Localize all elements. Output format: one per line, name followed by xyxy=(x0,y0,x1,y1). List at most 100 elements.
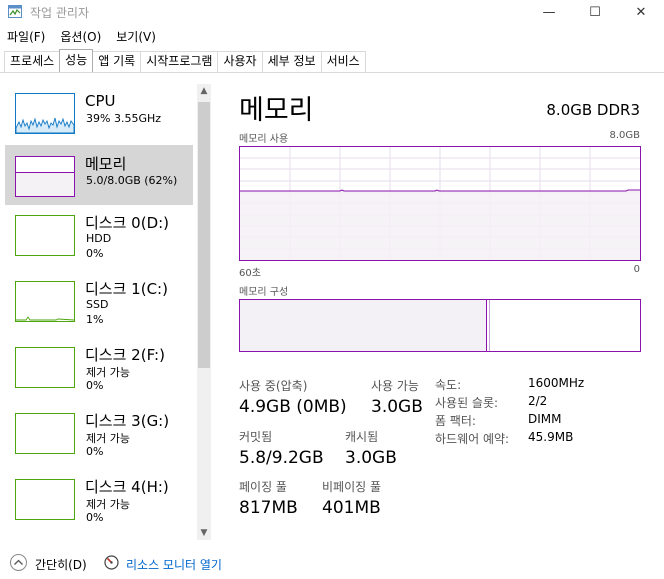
in-use-label: 사용 중(압축) xyxy=(239,379,308,393)
committed-value: 5.8/9.2GB xyxy=(239,448,324,468)
composition-label: 메모리 구성 xyxy=(239,287,289,298)
scrollbar-thumb[interactable] xyxy=(198,102,210,368)
sidebar-item-usage: 0% xyxy=(86,511,104,524)
hardware-reserved-value: 45.9MB xyxy=(528,430,574,444)
menu-bar: 파일(F) 옵션(O) 보기(V) xyxy=(0,27,164,47)
tab-strip: 프로세스 성능 앱 기록 시작프로그램 사용자 세부 정보 서비스 xyxy=(4,49,366,72)
sidebar-item-label: 디스크 0(D:) xyxy=(85,214,170,232)
sidebar-item-disk-3[interactable]: 디스크 3(G:) 제거 가능 0% xyxy=(5,402,193,462)
cached-value: 3.0GB xyxy=(345,448,397,468)
menu-view[interactable]: 보기(V) xyxy=(109,27,164,47)
composition-in-use xyxy=(240,300,487,351)
sidebar-item-detail: 5.0/8.0GB (62%) xyxy=(86,174,178,187)
nonpaged-pool-value: 401MB xyxy=(322,498,381,518)
available-value: 3.0GB xyxy=(371,397,423,417)
paged-pool-label: 페이징 풀 xyxy=(239,480,287,494)
sidebar-item-disk-4[interactable]: 디스크 4(H:) 제거 가능 0% xyxy=(5,468,193,528)
footer-bar: 간단히(D) 리소스 모니터 열기 xyxy=(0,549,664,579)
fewer-details-button[interactable]: 간단히(D) xyxy=(35,556,87,573)
speed-key: 속도: xyxy=(435,378,462,392)
window-title: 작업 관리자 xyxy=(30,6,90,20)
task-manager-icon xyxy=(8,5,22,18)
memory-composition-bar xyxy=(239,299,641,352)
sidebar-item-disk-2[interactable]: 디스크 2(F:) 제거 가능 0% xyxy=(5,336,193,396)
sidebar-item-cpu[interactable]: CPU 39% 3.55GHz xyxy=(5,82,193,142)
paged-pool-value: 817MB xyxy=(239,498,298,518)
sidebar-item-type: 제거 가능 xyxy=(86,366,130,379)
title-bar: 작업 관리자 — ☐ ✕ xyxy=(0,0,664,24)
hardware-reserved-key: 하드웨어 예약: xyxy=(435,432,510,446)
sidebar-item-label: 메모리 xyxy=(85,155,127,173)
memory-spec: 8.0GB DDR3 xyxy=(546,101,640,119)
sidebar-item-label: 디스크 1(C:) xyxy=(85,280,168,298)
maximize-icon: ☐ xyxy=(589,4,601,20)
close-button[interactable]: ✕ xyxy=(618,0,664,24)
tab-users[interactable]: 사용자 xyxy=(217,51,263,72)
disk-thumbnail-graph xyxy=(15,347,75,388)
memory-thumbnail-graph xyxy=(15,156,75,197)
disk-thumbnail-graph xyxy=(15,281,75,322)
memory-usage-graph xyxy=(239,146,641,261)
memory-usage-chart xyxy=(240,147,640,260)
resource-list: CPU 39% 3.55GHz 메모리 5.0/8.0GB (62%) 디스크 … xyxy=(4,82,213,542)
time-axis-left: 60초 xyxy=(239,268,261,279)
cpu-sparkline xyxy=(15,117,75,134)
usage-graph-label: 메모리 사용 xyxy=(239,134,289,145)
chevron-up-icon xyxy=(14,559,23,565)
sidebar-item-usage: 1% xyxy=(86,313,104,326)
scroll-up-icon[interactable]: ▲ xyxy=(197,84,211,98)
sidebar-item-type: 제거 가능 xyxy=(86,432,130,445)
disk-thumbnail-graph xyxy=(15,479,75,520)
sidebar-item-label: 디스크 3(G:) xyxy=(85,412,170,430)
minimize-button[interactable]: — xyxy=(526,0,572,24)
disk-sparkline xyxy=(16,316,75,321)
sidebar-item-type: SSD xyxy=(86,298,109,311)
available-label: 사용 가능 xyxy=(371,379,419,393)
form-factor-value: DIMM xyxy=(528,412,562,426)
resource-monitor-icon xyxy=(104,555,119,570)
collapse-icon[interactable] xyxy=(10,554,27,571)
tab-app-history[interactable]: 앱 기록 xyxy=(92,51,142,72)
sidebar-item-label: 디스크 4(H:) xyxy=(85,478,169,496)
sidebar-item-usage: 0% xyxy=(86,445,104,458)
cached-label: 캐시됨 xyxy=(345,430,379,444)
page-title: 메모리 xyxy=(239,95,314,126)
tabs-divider xyxy=(0,72,664,73)
tab-services[interactable]: 서비스 xyxy=(320,51,366,72)
maximize-button[interactable]: ☐ xyxy=(572,0,618,24)
nonpaged-pool-label: 비페이징 풀 xyxy=(322,480,382,494)
memory-thumbnail-fill xyxy=(16,172,74,196)
composition-modified xyxy=(489,300,490,351)
form-factor-key: 폼 팩터: xyxy=(435,414,476,428)
sidebar-item-label: CPU xyxy=(85,92,116,110)
sidebar-item-type: 제거 가능 xyxy=(86,498,130,511)
sidebar-scrollbar[interactable]: ▲ ▼ xyxy=(197,84,211,540)
disk-thumbnail-graph xyxy=(15,215,75,256)
minimize-icon: — xyxy=(542,4,556,20)
tab-details[interactable]: 세부 정보 xyxy=(261,51,322,72)
sidebar-item-usage: 0% xyxy=(86,247,104,260)
open-resource-monitor-link[interactable]: 리소스 모니터 열기 xyxy=(126,556,222,573)
sidebar-item-label: 디스크 2(F:) xyxy=(85,346,165,364)
slots-value: 2/2 xyxy=(528,394,548,408)
slots-key: 사용된 슬롯: xyxy=(435,396,499,410)
committed-label: 커밋됨 xyxy=(239,430,273,444)
sidebar-item-disk-1[interactable]: 디스크 1(C:) SSD 1% xyxy=(5,270,193,330)
tab-startup[interactable]: 시작프로그램 xyxy=(140,51,219,72)
sidebar-item-disk-0[interactable]: 디스크 0(D:) HDD 0% xyxy=(5,204,193,264)
in-use-value: 4.9GB (0MB) xyxy=(239,397,347,417)
sidebar-item-type: HDD xyxy=(86,232,112,245)
sidebar-item-usage: 0% xyxy=(86,379,104,392)
usage-graph-max: 8.0GB xyxy=(609,130,640,141)
cpu-thumbnail-graph xyxy=(15,93,75,134)
scroll-down-icon[interactable]: ▼ xyxy=(197,526,211,540)
tab-processes[interactable]: 프로세스 xyxy=(4,51,61,72)
disk-thumbnail-graph xyxy=(15,413,75,454)
tab-performance[interactable]: 성능 xyxy=(59,49,94,72)
time-axis-right: 0 xyxy=(633,264,640,275)
menu-file[interactable]: 파일(F) xyxy=(0,27,53,47)
close-icon: ✕ xyxy=(635,4,647,20)
menu-options[interactable]: 옵션(O) xyxy=(53,27,109,47)
sidebar-item-memory[interactable]: 메모리 5.0/8.0GB (62%) xyxy=(5,145,193,205)
sidebar-item-detail: 39% 3.55GHz xyxy=(86,112,162,125)
